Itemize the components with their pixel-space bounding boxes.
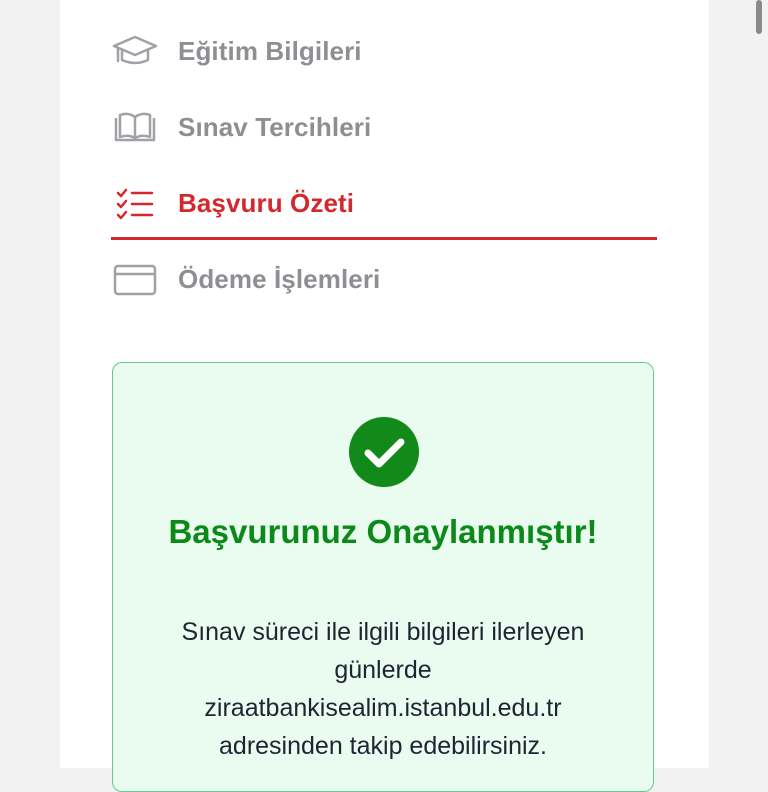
step-payment-label: Ödeme İşlemleri — [178, 263, 381, 294]
step-application-summary[interactable]: Başvuru Özeti — [112, 173, 656, 233]
checklist-icon — [112, 185, 158, 221]
approval-message-line: günlerde — [334, 656, 432, 684]
application-approved-box: Başvurunuz Onaylanmıştır! Sınav süreci i… — [112, 362, 654, 792]
graduation-cap-icon — [112, 33, 158, 69]
step-exam-preferences[interactable]: Sınav Tercihleri — [112, 97, 656, 157]
approval-message-line: Sınav süreci ile ilgili bilgileri ilerle… — [181, 618, 585, 646]
step-education-info-label: Eğitim Bilgileri — [178, 35, 362, 66]
check-circle-icon — [348, 416, 420, 488]
step-exam-preferences-label: Sınav Tercihleri — [178, 111, 372, 142]
step-payment[interactable]: Ödeme İşlemleri — [112, 249, 656, 309]
open-book-icon — [112, 109, 158, 145]
active-step-underline — [111, 237, 657, 240]
credit-card-icon — [112, 261, 158, 297]
approval-message-link[interactable]: ziraatbankisealim.istanbul.edu.tr — [133, 689, 633, 727]
step-application-summary-label: Başvuru Özeti — [178, 187, 355, 218]
application-steps-card: Eğitim Bilgileri Sınav Tercihleri Başvur… — [60, 0, 709, 792]
approval-title: Başvurunuz Onaylanmıştır! — [168, 513, 598, 550]
step-education-info[interactable]: Eğitim Bilgileri — [112, 21, 656, 81]
approval-message: Sınav süreci ile ilgili bilgileri ilerle… — [133, 613, 633, 765]
page-scrollbar[interactable] — [756, 0, 762, 34]
approval-message-line: adresinden takip edebilirsiniz. — [219, 732, 547, 760]
